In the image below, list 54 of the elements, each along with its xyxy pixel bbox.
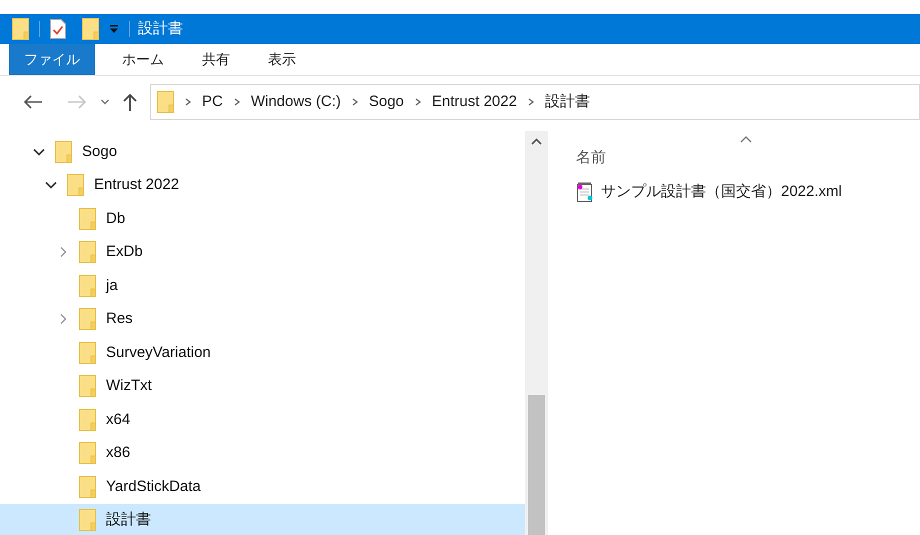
column-header[interactable]: 名前 <box>576 131 876 171</box>
folder-icon <box>12 18 29 40</box>
tree-item[interactable]: Entrust 2022 <box>0 168 525 202</box>
chevron-right-icon[interactable] <box>526 97 535 107</box>
breadcrumb-item[interactable]: Windows (C:) <box>250 90 341 114</box>
tree-item[interactable]: Sogo <box>0 135 525 168</box>
chevron-right-icon[interactable] <box>232 97 241 107</box>
chevron-right-icon[interactable] <box>350 97 359 107</box>
folder-icon <box>79 274 96 297</box>
folder-icon <box>79 442 96 464</box>
window-title: 設計書 <box>138 18 183 39</box>
tree-item[interactable]: ExDb <box>0 236 525 269</box>
tree-item[interactable]: 設計書 <box>0 504 525 535</box>
scrollbar[interactable] <box>525 131 548 535</box>
tree-item[interactable]: x86 <box>0 436 525 470</box>
tree-item[interactable]: SurveyVariation <box>0 336 525 370</box>
tree-item[interactable]: Res <box>0 302 525 336</box>
folder-icon <box>157 91 174 113</box>
folder-icon <box>67 174 84 196</box>
checkmark-document-icon[interactable] <box>50 19 66 39</box>
tree-item[interactable]: YardStickData <box>0 470 525 504</box>
file-item[interactable]: サンプル設計書（国交省）2022.xml <box>576 175 846 209</box>
breadcrumb-item[interactable]: 設計書 <box>544 90 590 114</box>
ribbon-tab[interactable]: ファイル <box>9 44 95 75</box>
tree-item[interactable]: ja <box>0 269 525 302</box>
back-arrow-icon[interactable] <box>22 94 44 110</box>
ribbon-tab[interactable]: ホーム <box>107 44 179 75</box>
chevron-down-icon[interactable] <box>45 179 57 192</box>
address-bar[interactable]: PC Windows (C:) Sogo Entrust 2022 設計書 <box>150 84 920 120</box>
tree-item[interactable]: Db <box>0 202 525 236</box>
tree-item[interactable]: WizTxt <box>0 370 525 403</box>
chevron-right-icon[interactable] <box>184 97 192 107</box>
ribbon-tab[interactable]: 共有 <box>187 44 245 75</box>
folder-icon <box>79 375 96 398</box>
dropdown-icon[interactable] <box>109 24 119 34</box>
xml-document-icon <box>576 182 594 202</box>
folder-icon <box>79 476 96 498</box>
chevron-right-icon[interactable] <box>414 97 422 107</box>
scrollbar-thumb[interactable] <box>528 395 545 535</box>
folder-icon <box>79 509 96 532</box>
ribbon-tab[interactable]: 表示 <box>253 44 311 75</box>
folder-icon <box>79 408 96 431</box>
breadcrumb-item[interactable]: Entrust 2022 <box>432 90 517 114</box>
folder-icon <box>79 308 96 330</box>
breadcrumb-item[interactable]: PC <box>202 90 223 114</box>
folder-icon <box>82 18 99 40</box>
tree-item[interactable]: x64 <box>0 403 525 436</box>
folder-icon <box>79 208 96 230</box>
folder-icon <box>79 342 96 364</box>
sort-ascending-icon <box>740 135 752 143</box>
folder-icon <box>79 241 96 264</box>
folder-icon <box>55 140 72 163</box>
breadcrumb-item[interactable]: Sogo <box>368 90 404 114</box>
up-arrow-icon[interactable] <box>122 92 138 112</box>
